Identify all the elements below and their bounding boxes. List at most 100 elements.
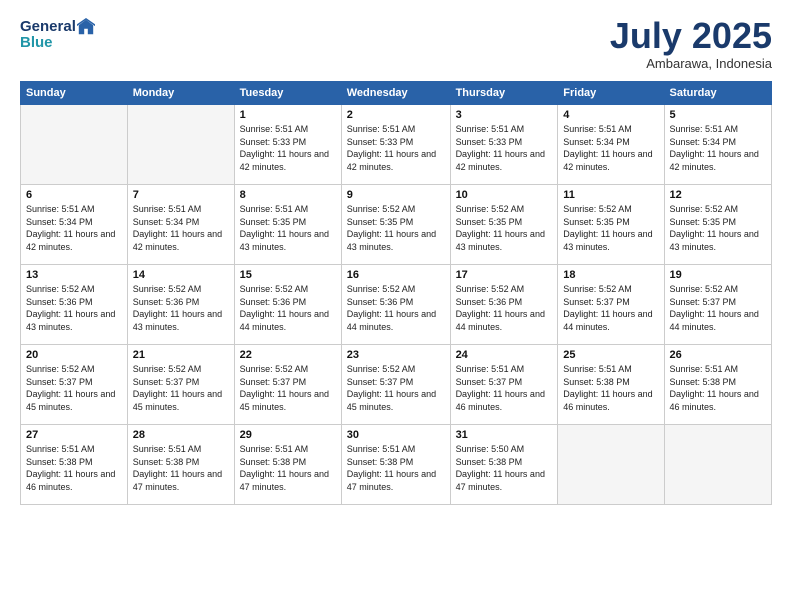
weekday-wednesday: Wednesday bbox=[341, 82, 450, 105]
calendar-cell: 11Sunrise: 5:52 AMSunset: 5:35 PMDayligh… bbox=[558, 185, 664, 265]
day-info: Sunrise: 5:52 AMSunset: 5:37 PMDaylight:… bbox=[563, 283, 658, 333]
day-info: Sunrise: 5:51 AMSunset: 5:34 PMDaylight:… bbox=[670, 123, 767, 173]
day-info: Sunrise: 5:50 AMSunset: 5:38 PMDaylight:… bbox=[456, 443, 553, 493]
day-info: Sunrise: 5:52 AMSunset: 5:37 PMDaylight:… bbox=[670, 283, 767, 333]
calendar-cell: 30 Sunrise: 5:51 AMSunset: 5:38 PMDayligh… bbox=[341, 425, 450, 505]
calendar-cell: 4Sunrise: 5:51 AMSunset: 5:34 PMDaylight… bbox=[558, 105, 664, 185]
calendar-cell: 22Sunrise: 5:52 AMSunset: 5:37 PMDayligh… bbox=[234, 345, 341, 425]
calendar-cell bbox=[127, 105, 234, 185]
day-info: Sunrise: 5:51 AMSunset: 5:37 PMDaylight:… bbox=[456, 363, 553, 413]
day-number: 6 bbox=[26, 189, 122, 201]
day-info: Sunrise: 5:52 AMSunset: 5:37 PMDaylight:… bbox=[347, 363, 445, 413]
day-number: 15 bbox=[240, 269, 336, 281]
day-info: Sunrise: 5:52 AMSunset: 5:36 PMDaylight:… bbox=[456, 283, 553, 333]
calendar-cell bbox=[558, 425, 664, 505]
weekday-saturday: Saturday bbox=[664, 82, 772, 105]
day-info: Sunrise: 5:51 AMSunset: 5:33 PMDaylight:… bbox=[456, 123, 553, 173]
day-number: 23 bbox=[347, 349, 445, 361]
calendar-cell: 2 Sunrise: 5:51 AMSunset: 5:33 PMDaylight… bbox=[341, 105, 450, 185]
calendar-cell: 29 Sunrise: 5:51 AMSunset: 5:38 PMDayligh… bbox=[234, 425, 341, 505]
calendar-cell: 16Sunrise: 5:52 AMSunset: 5:36 PMDayligh… bbox=[341, 265, 450, 345]
day-number: 3 bbox=[456, 109, 553, 121]
day-number: 26 bbox=[670, 349, 767, 361]
day-number: 17 bbox=[456, 269, 553, 281]
calendar-cell bbox=[664, 425, 772, 505]
calendar-cell: 1 Sunrise: 5:51 AMSunset: 5:33 PMDaylight… bbox=[234, 105, 341, 185]
calendar-cell: 7 Sunrise: 5:51 AMSunset: 5:34 PMDaylight… bbox=[127, 185, 234, 265]
day-number: 18 bbox=[563, 269, 658, 281]
day-number: 10 bbox=[456, 189, 553, 201]
calendar-cell: 21 Sunrise: 5:52 AMSunset: 5:37 PMDayligh… bbox=[127, 345, 234, 425]
week-row-1: 1 Sunrise: 5:51 AMSunset: 5:33 PMDaylight… bbox=[21, 105, 772, 185]
day-info: Sunrise: 5:52 AMSunset: 5:37 PMDaylight:… bbox=[133, 363, 229, 413]
calendar-cell: 9 Sunrise: 5:52 AMSunset: 5:35 PMDaylight… bbox=[341, 185, 450, 265]
day-info: Sunrise: 5:51 AMSunset: 5:38 PMDaylight:… bbox=[347, 443, 445, 493]
calendar-cell: 19 Sunrise: 5:52 AMSunset: 5:37 PMDayligh… bbox=[664, 265, 772, 345]
calendar-cell: 17 Sunrise: 5:52 AMSunset: 5:36 PMDayligh… bbox=[450, 265, 558, 345]
day-number: 13 bbox=[26, 269, 122, 281]
day-info: Sunrise: 5:51 AMSunset: 5:33 PMDaylight:… bbox=[347, 123, 445, 173]
weekday-friday: Friday bbox=[558, 82, 664, 105]
day-info: Sunrise: 5:51 AMSunset: 5:38 PMDaylight:… bbox=[670, 363, 767, 413]
day-number: 9 bbox=[347, 189, 445, 201]
day-info: Sunrise: 5:52 AMSunset: 5:35 PMDaylight:… bbox=[563, 203, 658, 253]
day-number: 12 bbox=[670, 189, 767, 201]
calendar-cell: 23 Sunrise: 5:52 AMSunset: 5:37 PMDayligh… bbox=[341, 345, 450, 425]
day-info: Sunrise: 5:51 AMSunset: 5:34 PMDaylight:… bbox=[563, 123, 658, 173]
weekday-thursday: Thursday bbox=[450, 82, 558, 105]
week-row-3: 13 Sunrise: 5:52 AMSunset: 5:36 PMDayligh… bbox=[21, 265, 772, 345]
day-number: 22 bbox=[240, 349, 336, 361]
week-row-4: 20 Sunrise: 5:52 AMSunset: 5:37 PMDayligh… bbox=[21, 345, 772, 425]
calendar-cell: 31 Sunrise: 5:50 AMSunset: 5:38 PMDayligh… bbox=[450, 425, 558, 505]
day-number: 31 bbox=[456, 429, 553, 441]
day-number: 21 bbox=[133, 349, 229, 361]
day-info: Sunrise: 5:51 AMSunset: 5:33 PMDaylight:… bbox=[240, 123, 336, 173]
day-number: 8 bbox=[240, 189, 336, 201]
calendar-cell: 5 Sunrise: 5:51 AMSunset: 5:34 PMDaylight… bbox=[664, 105, 772, 185]
calendar-cell: 24Sunrise: 5:51 AMSunset: 5:37 PMDayligh… bbox=[450, 345, 558, 425]
day-info: Sunrise: 5:51 AMSunset: 5:34 PMDaylight:… bbox=[133, 203, 229, 253]
calendar-cell: 10 Sunrise: 5:52 AMSunset: 5:35 PMDayligh… bbox=[450, 185, 558, 265]
day-number: 19 bbox=[670, 269, 767, 281]
calendar-cell: 18 Sunrise: 5:52 AMSunset: 5:37 PMDayligh… bbox=[558, 265, 664, 345]
day-info: Sunrise: 5:51 AMSunset: 5:38 PMDaylight:… bbox=[26, 443, 122, 493]
day-info: Sunrise: 5:51 AMSunset: 5:34 PMDaylight:… bbox=[26, 203, 122, 253]
day-info: Sunrise: 5:52 AMSunset: 5:35 PMDaylight:… bbox=[456, 203, 553, 253]
day-info: Sunrise: 5:52 AMSunset: 5:36 PMDaylight:… bbox=[26, 283, 122, 333]
day-number: 1 bbox=[240, 109, 336, 121]
day-number: 25 bbox=[563, 349, 658, 361]
header: General Blue July 2025 Ambarawa, Indones… bbox=[20, 18, 772, 71]
day-info: Sunrise: 5:51 AMSunset: 5:35 PMDaylight:… bbox=[240, 203, 336, 253]
day-number: 5 bbox=[670, 109, 767, 121]
day-number: 14 bbox=[133, 269, 229, 281]
logo: General Blue bbox=[20, 18, 96, 51]
day-info: Sunrise: 5:52 AMSunset: 5:37 PMDaylight:… bbox=[26, 363, 122, 413]
weekday-sunday: Sunday bbox=[21, 82, 128, 105]
calendar-cell: 6 Sunrise: 5:51 AMSunset: 5:34 PMDaylight… bbox=[21, 185, 128, 265]
day-number: 30 bbox=[347, 429, 445, 441]
location: Ambarawa, Indonesia bbox=[610, 56, 772, 71]
calendar-cell: 15 Sunrise: 5:52 AMSunset: 5:36 PMDayligh… bbox=[234, 265, 341, 345]
calendar-cell: 3 Sunrise: 5:51 AMSunset: 5:33 PMDaylight… bbox=[450, 105, 558, 185]
calendar-cell bbox=[21, 105, 128, 185]
week-row-5: 27 Sunrise: 5:51 AMSunset: 5:38 PMDayligh… bbox=[21, 425, 772, 505]
calendar-cell: 12 Sunrise: 5:52 AMSunset: 5:35 PMDayligh… bbox=[664, 185, 772, 265]
weekday-tuesday: Tuesday bbox=[234, 82, 341, 105]
weekday-monday: Monday bbox=[127, 82, 234, 105]
day-info: Sunrise: 5:51 AMSunset: 5:38 PMDaylight:… bbox=[133, 443, 229, 493]
calendar-cell: 27 Sunrise: 5:51 AMSunset: 5:38 PMDayligh… bbox=[21, 425, 128, 505]
day-info: Sunrise: 5:52 AMSunset: 5:36 PMDaylight:… bbox=[133, 283, 229, 333]
day-number: 16 bbox=[347, 269, 445, 281]
weekday-header-row: SundayMondayTuesdayWednesdayThursdayFrid… bbox=[21, 82, 772, 105]
day-number: 29 bbox=[240, 429, 336, 441]
day-number: 20 bbox=[26, 349, 122, 361]
logo-blue: Blue bbox=[20, 34, 96, 51]
day-number: 7 bbox=[133, 189, 229, 201]
day-info: Sunrise: 5:51 AMSunset: 5:38 PMDaylight:… bbox=[563, 363, 658, 413]
day-number: 27 bbox=[26, 429, 122, 441]
day-info: Sunrise: 5:52 AMSunset: 5:35 PMDaylight:… bbox=[670, 203, 767, 253]
day-info: Sunrise: 5:52 AMSunset: 5:36 PMDaylight:… bbox=[240, 283, 336, 333]
day-number: 2 bbox=[347, 109, 445, 121]
day-info: Sunrise: 5:51 AMSunset: 5:38 PMDaylight:… bbox=[240, 443, 336, 493]
day-info: Sunrise: 5:52 AMSunset: 5:35 PMDaylight:… bbox=[347, 203, 445, 253]
